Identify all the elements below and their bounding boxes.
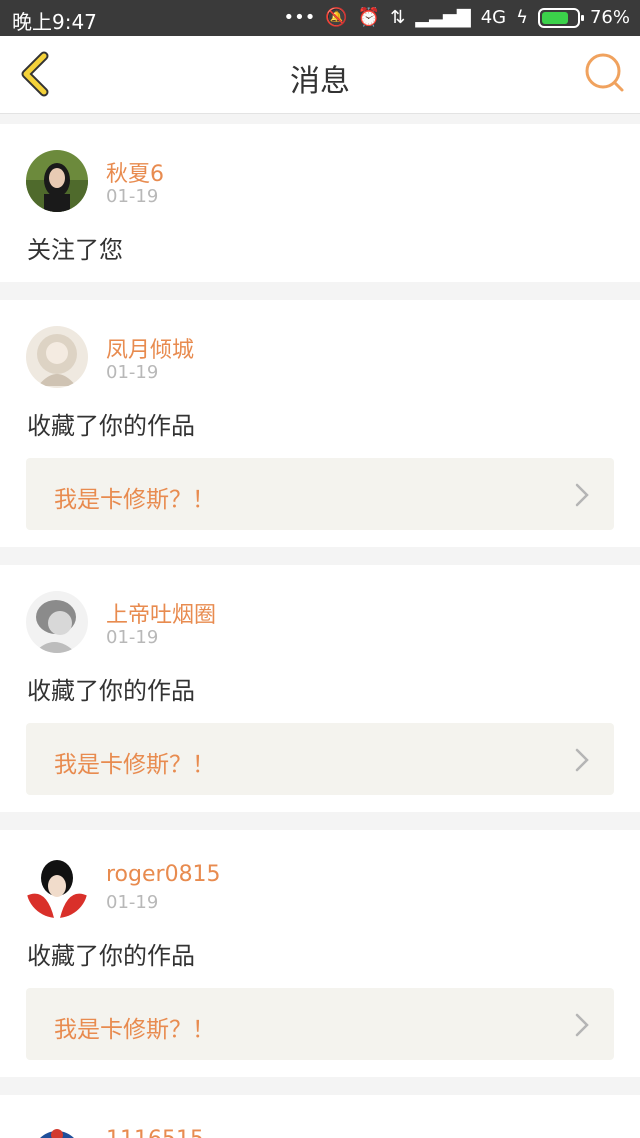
message-card[interactable]: 1116515 (0, 1095, 640, 1138)
work-title: 我是卡修斯？！ (54, 752, 215, 778)
message-action: 收藏了你的作品 (27, 412, 195, 440)
search-icon[interactable] (582, 50, 626, 94)
work-title: 我是卡修斯？！ (54, 487, 215, 513)
status-time: 晚上9:47 (12, 10, 97, 34)
message-list: 秋夏6 01-19 关注了您 凤月倾城 01-19 收藏了你的作品 我是卡修斯？… (0, 124, 640, 1138)
work-link[interactable]: 我是卡修斯？！ (26, 988, 614, 1060)
chevron-right-icon (575, 748, 589, 772)
message-action: 关注了您 (27, 236, 123, 264)
signal-icon: ▂▃▅▇ (415, 7, 471, 28)
message-card[interactable]: 秋夏6 01-19 关注了您 (0, 124, 640, 282)
status-bar: 晚上9:47 ••• 🔕 ⏰ ⇅ ▂▃▅▇ 4G ϟ 76% (0, 0, 640, 36)
message-date: 01-19 (106, 627, 159, 648)
mute-bell-icon: 🔕 (325, 7, 348, 28)
data-transfer-icon: ⇅ (390, 7, 406, 28)
chevron-right-icon (575, 483, 589, 507)
page-title: 消息 (290, 64, 350, 99)
message-date: 01-19 (106, 892, 159, 913)
alarm-icon: ⏰ (357, 7, 381, 28)
work-link[interactable]: 我是卡修斯？！ (26, 458, 614, 530)
message-card[interactable]: roger0815 01-19 收藏了你的作品 我是卡修斯？！ (0, 830, 640, 1077)
user-avatar[interactable] (26, 326, 88, 388)
user-avatar[interactable] (26, 591, 88, 653)
message-action: 收藏了你的作品 (27, 942, 195, 970)
network-type: 4G (480, 7, 507, 28)
chevron-right-icon (575, 1013, 589, 1037)
username[interactable]: 凤月倾城 (106, 332, 194, 364)
user-avatar[interactable] (26, 856, 88, 918)
user-avatar[interactable] (26, 150, 88, 212)
message-card[interactable]: 凤月倾城 01-19 收藏了你的作品 我是卡修斯？！ (0, 300, 640, 547)
message-card[interactable]: 上帝吐烟圈 01-19 收藏了你的作品 我是卡修斯？！ (0, 565, 640, 812)
more-dots-icon: ••• (283, 7, 316, 28)
message-date: 01-19 (106, 186, 159, 207)
username[interactable]: 秋夏6 (106, 156, 164, 188)
status-icons: ••• 🔕 ⏰ ⇅ ▂▃▅▇ 4G ϟ 76% (284, 6, 630, 30)
work-link[interactable]: 我是卡修斯？！ (26, 723, 614, 795)
message-date: 01-19 (106, 362, 159, 383)
username[interactable]: 上帝吐烟圈 (106, 597, 216, 629)
battery-icon (537, 8, 584, 28)
work-title: 我是卡修斯？！ (54, 1017, 215, 1043)
message-action: 收藏了你的作品 (27, 677, 195, 705)
charging-icon: ϟ (516, 7, 528, 28)
battery-percent: 76% (589, 7, 630, 28)
username[interactable]: roger0815 (106, 862, 221, 887)
header: 消息 (0, 36, 640, 114)
user-avatar[interactable] (26, 1121, 88, 1138)
username[interactable]: 1116515 (106, 1127, 204, 1138)
